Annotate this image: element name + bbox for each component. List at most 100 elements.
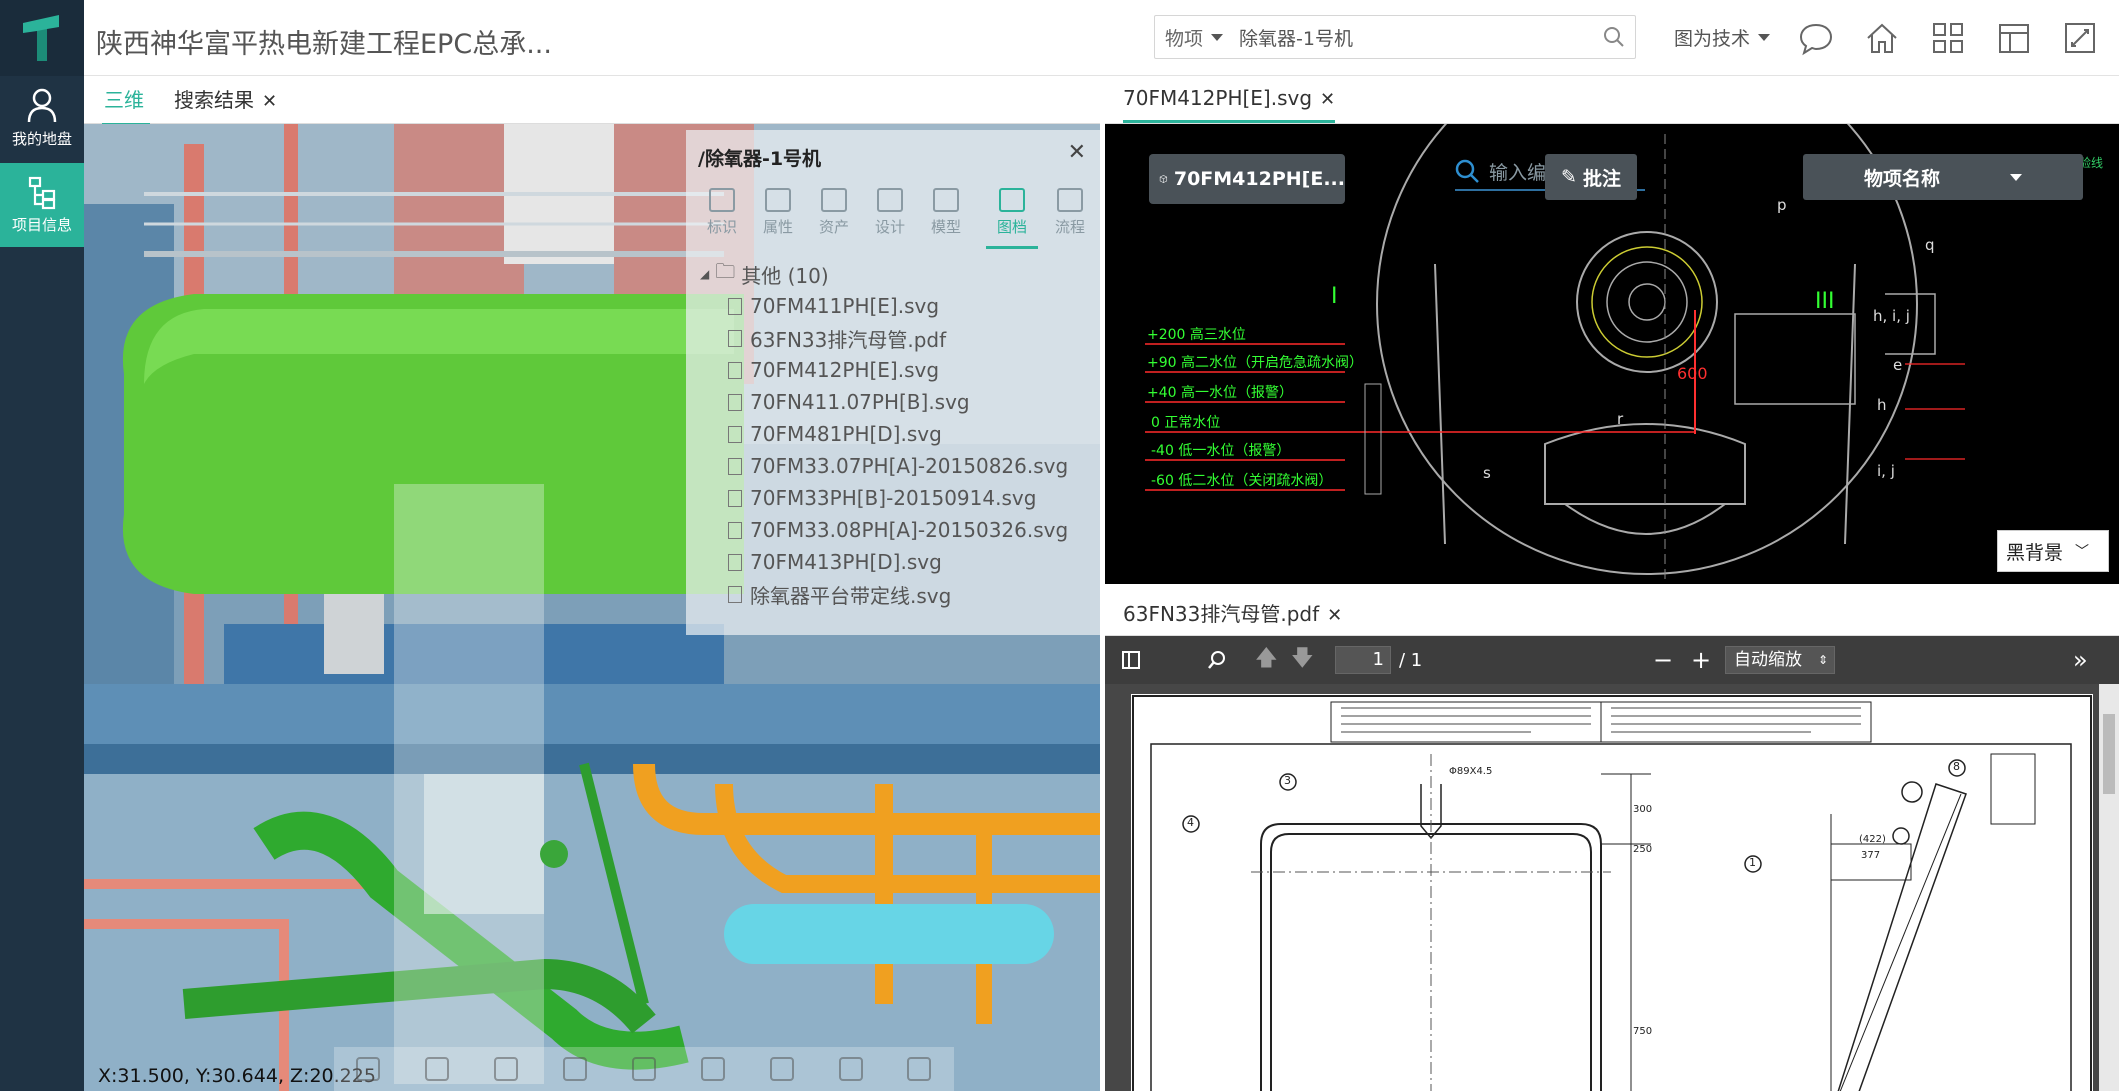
sidebar-item-label: 我的地盘 [11,129,72,148]
toolbar-tool-icon[interactable] [769,1057,794,1081]
annotate-button[interactable]: ✎ 批注 [1545,154,1637,200]
tab-label: 70FM412PH[E].svg [1123,86,1313,110]
balloon-label: 4 [1187,816,1194,829]
search-input[interactable]: 除氧器-1号机 [1231,24,1603,51]
tab-pdf-document[interactable]: 63FN33排汽母管.pdf ✕ [1123,598,1343,640]
logo-icon [23,15,59,61]
grid-icon[interactable] [1930,20,1966,56]
toolbar-tool-icon[interactable] [425,1057,450,1081]
tab-documents[interactable]: 图档 [984,188,1040,237]
close-icon[interactable]: ✕ [1068,140,1086,165]
file-name: 70FM33.07PH[A]-20150826.svg [750,454,1069,478]
zoom-select[interactable]: 自动缩放 ⇕ [1725,646,1835,674]
tab-label: 三维 [104,88,144,112]
property-select[interactable]: 物项名称 [1803,154,2083,200]
tab-svg-document[interactable]: 70FM412PH[E].svg ✕ [1123,86,1336,123]
tree-folder[interactable]: ◢ 🗀 其他 (10) [700,258,1068,290]
pdf-scrollbar[interactable] [2099,684,2119,1091]
tree-file[interactable]: 70FM413PH[D].svg [700,546,1068,578]
chevron-down-icon [2010,173,2022,181]
svg-drawing-viewer[interactable]: +200 高三水位 +90 高二水位（开启危急疏水阀） +40 高一水位（报警）… [1105,124,2119,584]
tree-file[interactable]: 70FN411.07PH[B].svg [700,386,1068,418]
app-logo[interactable] [0,0,84,76]
letter-label: r [1617,410,1624,428]
search-bar[interactable]: 物项 除氧器-1号机 [1154,15,1636,59]
toolbar-tool-icon[interactable] [494,1057,519,1081]
file-name: 70FM411PH[E].svg [750,294,940,318]
zoom-in-icon[interactable]: + [1691,636,1711,684]
sidebar-toggle-icon[interactable] [1121,636,1141,684]
arrow-down-icon[interactable]: 🡇 [1291,636,1314,684]
scrollbar-thumb[interactable] [2103,714,2115,794]
tree-file[interactable]: 63FN33排汽母管.pdf [700,322,1068,354]
left-sidebar: 我的地盘 项目信息 [0,0,84,1091]
tab-properties[interactable]: 属性 [750,188,806,237]
home-icon[interactable] [1864,20,1900,56]
more-tools-icon[interactable]: » [2073,636,2088,684]
close-icon[interactable]: ✕ [1320,89,1335,110]
tree-file[interactable]: 70FM411PH[E].svg [700,290,1068,322]
tree-file[interactable]: 70FM33PH[B]-20150914.svg [700,482,1068,514]
sidebar-item-my-site[interactable]: 我的地盘 [0,76,84,160]
page-number-input[interactable]: 1 [1335,646,1391,674]
layout-icon[interactable] [1996,20,2032,56]
file-name: 63FN33排汽母管.pdf [750,327,947,352]
sidebar-item-project-info[interactable]: 项目信息 [0,163,84,247]
project-title[interactable]: 陕西神华富平热电新建工程EPC总承... [96,22,552,61]
tab-3d[interactable]: 三维 [102,84,150,126]
letter-label: q [1925,236,1935,254]
chevron-down-icon [1211,33,1224,41]
pdf-document-area[interactable]: 3 4 1 8 Φ89X4.5 300 250 750 (422) 377 [1105,684,2119,1091]
tree-file[interactable]: 除氧器平台带定线.svg [700,578,1068,610]
fullscreen-icon[interactable] [2062,20,2098,56]
roman-label: I [1331,284,1338,309]
user-icon [27,88,57,122]
cube-icon [1159,175,1168,183]
background-select[interactable]: 黑背景 ﹀ [1997,530,2109,572]
file-icon [728,393,742,411]
close-icon[interactable]: ✕ [1327,605,1342,626]
toolbar-tool-icon[interactable] [907,1057,932,1081]
tree-file[interactable]: 70FM412PH[E].svg [700,354,1068,386]
tab-flow[interactable]: 流程 [1042,188,1098,237]
tree-file[interactable]: 70FM33.07PH[A]-20150826.svg [700,450,1068,482]
tab-model[interactable]: 模型 [918,188,974,237]
search-icon[interactable] [1603,26,1625,48]
zoom-out-icon[interactable]: − [1653,636,1673,684]
annotate-label: 批注 [1582,167,1621,190]
tab-design[interactable]: 设计 [862,188,918,237]
toolbar-tool-icon[interactable] [356,1057,381,1081]
tree-file[interactable]: 70FM33.08PH[A]-20150326.svg [700,514,1068,546]
panel-title: /除氧器-1号机 [698,148,822,170]
tab-search-results[interactable]: 搜索结果 ✕ [174,84,277,123]
property-select-label: 物项名称 [1863,167,1940,190]
arrow-up-icon[interactable]: 🡅 [1255,636,1278,684]
pdf-toolbar: 🡅 🡇 1 / 1 − + 自动缩放 ⇕ » [1105,636,2119,684]
properties-icon [765,188,791,212]
close-icon[interactable]: ✕ [262,91,277,112]
tab-tag[interactable]: 标识 [694,188,750,237]
pdf-search-icon[interactable] [1207,636,1227,684]
dimension-label: (422) [1859,834,1886,845]
viewport-toolbar [334,1047,954,1091]
tab-label: 图档 [996,218,1027,236]
toolbar-tool-icon[interactable] [700,1057,725,1081]
chat-icon[interactable] [1798,20,1834,56]
chevron-down-icon [1758,34,1771,41]
balloon-label: 1 [1749,856,1756,869]
view-mode-select[interactable]: 图为技术 [1674,24,1771,51]
location-pin-icon[interactable] [563,1057,588,1081]
cloud-icon[interactable] [631,1057,656,1081]
tab-label: 属性 [762,218,793,236]
drawing-name-box[interactable]: 70FM412PH[E... [1149,154,1345,204]
document-tree: ◢ 🗀 其他 (10) 70FM411PH[E].svg 63FN33排汽母管.pd… [700,258,1068,610]
level-label: +40 高一水位（报警） [1147,385,1293,401]
left-pane-tabs: 三维 搜索结果 ✕ [84,76,1100,126]
tree-file[interactable]: 70FM481PH[D].svg [700,418,1068,450]
tab-asset[interactable]: 资产 [806,188,862,237]
tab-label: 搜索结果 [174,88,254,112]
search-category-select[interactable]: 物项 [1155,24,1231,51]
gear-icon[interactable] [838,1057,863,1081]
balloon-label: 8 [1953,760,1960,773]
file-name: 70FM412PH[E].svg [750,358,940,382]
